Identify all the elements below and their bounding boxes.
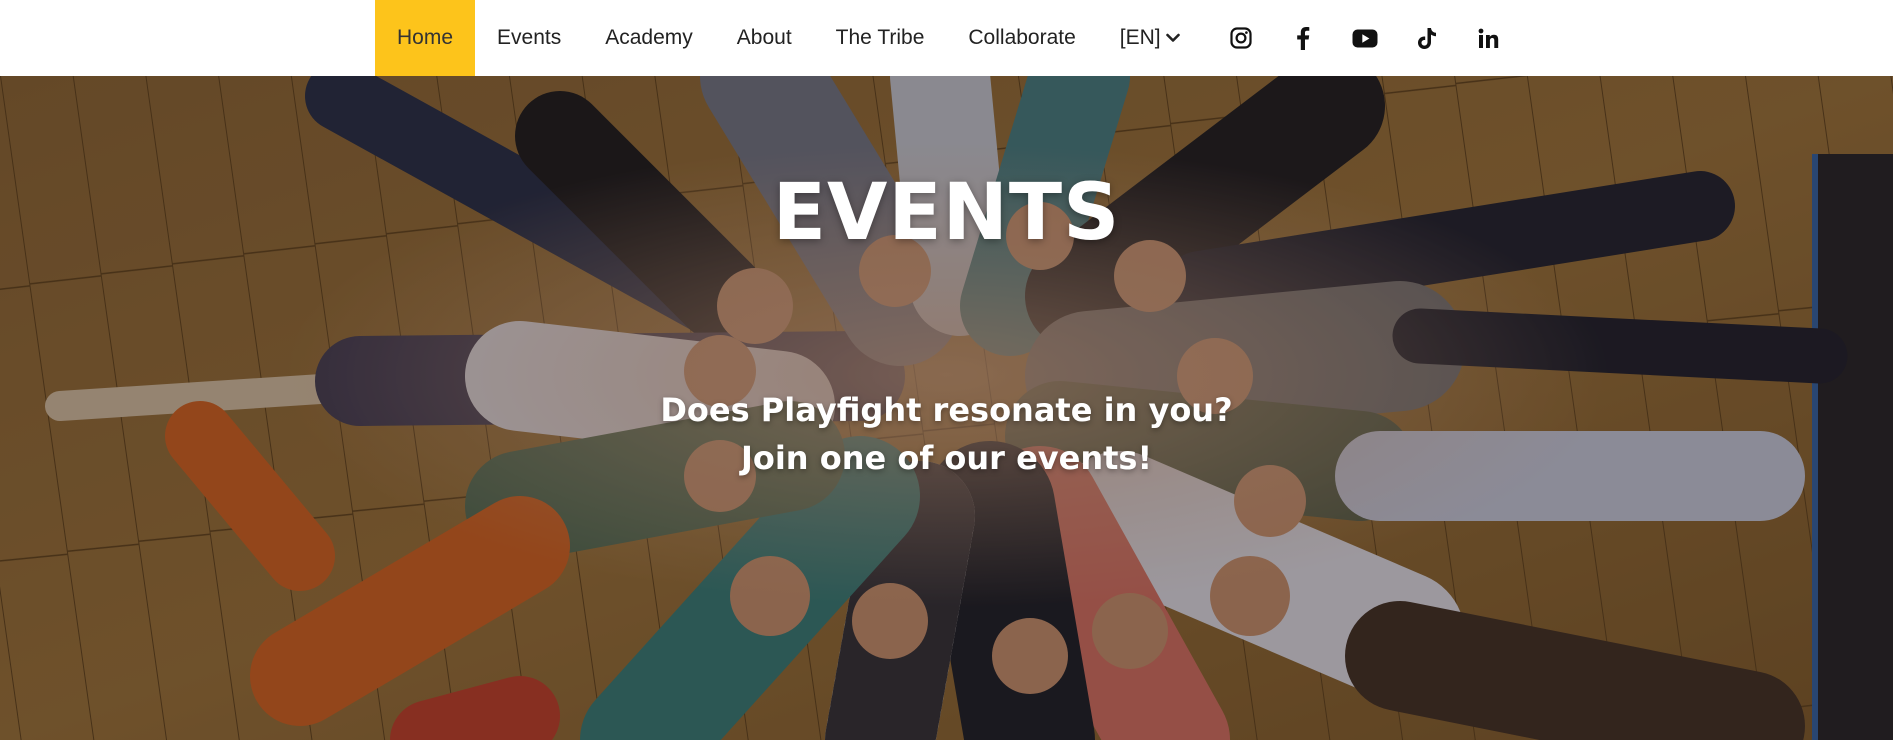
- tiktok-icon: [1417, 27, 1436, 49]
- hero-subtitle-line-2: Join one of our events!: [740, 439, 1153, 477]
- nav-item-academy[interactable]: Academy: [583, 0, 715, 76]
- nav-item-label: The Tribe: [835, 26, 925, 49]
- hero-subtitle: Does Playfight resonate in you? Join one…: [0, 386, 1893, 482]
- nav-item-label: Collaborate: [968, 26, 1076, 49]
- top-navbar: Home Events Academy About The Tribe Coll…: [0, 0, 1893, 76]
- facebook-link[interactable]: [1272, 0, 1334, 76]
- tiktok-link[interactable]: [1396, 0, 1458, 76]
- nav-item-label: Events: [497, 26, 562, 49]
- nav-item-the-tribe[interactable]: The Tribe: [814, 0, 947, 76]
- language-label: [EN]: [1119, 26, 1161, 49]
- nav-item-label: Home: [397, 26, 454, 49]
- youtube-link[interactable]: [1334, 0, 1396, 76]
- nav-item-events[interactable]: Events: [475, 0, 583, 76]
- linkedin-icon: [1478, 28, 1499, 48]
- nav-menu: Home Events Academy About The Tribe Coll…: [375, 0, 1520, 76]
- chevron-down-icon: [1165, 33, 1180, 42]
- social-links: [1210, 0, 1520, 76]
- youtube-icon: [1352, 29, 1378, 47]
- hero-section: EVENTS Does Playfight resonate in you? J…: [0, 76, 1893, 740]
- linkedin-link[interactable]: [1458, 0, 1520, 76]
- facebook-icon: [1296, 27, 1309, 50]
- language-selector[interactable]: [EN]: [1098, 0, 1202, 76]
- nav-item-about[interactable]: About: [715, 0, 814, 76]
- nav-item-home[interactable]: Home: [375, 0, 476, 76]
- instagram-icon: [1230, 27, 1252, 49]
- hero-subtitle-line-1: Does Playfight resonate in you?: [660, 391, 1233, 429]
- nav-item-label: Academy: [605, 26, 693, 49]
- instagram-link[interactable]: [1210, 0, 1272, 76]
- nav-item-label: About: [736, 26, 792, 49]
- page-title: EVENTS: [772, 168, 1121, 258]
- nav-item-collaborate[interactable]: Collaborate: [946, 0, 1097, 76]
